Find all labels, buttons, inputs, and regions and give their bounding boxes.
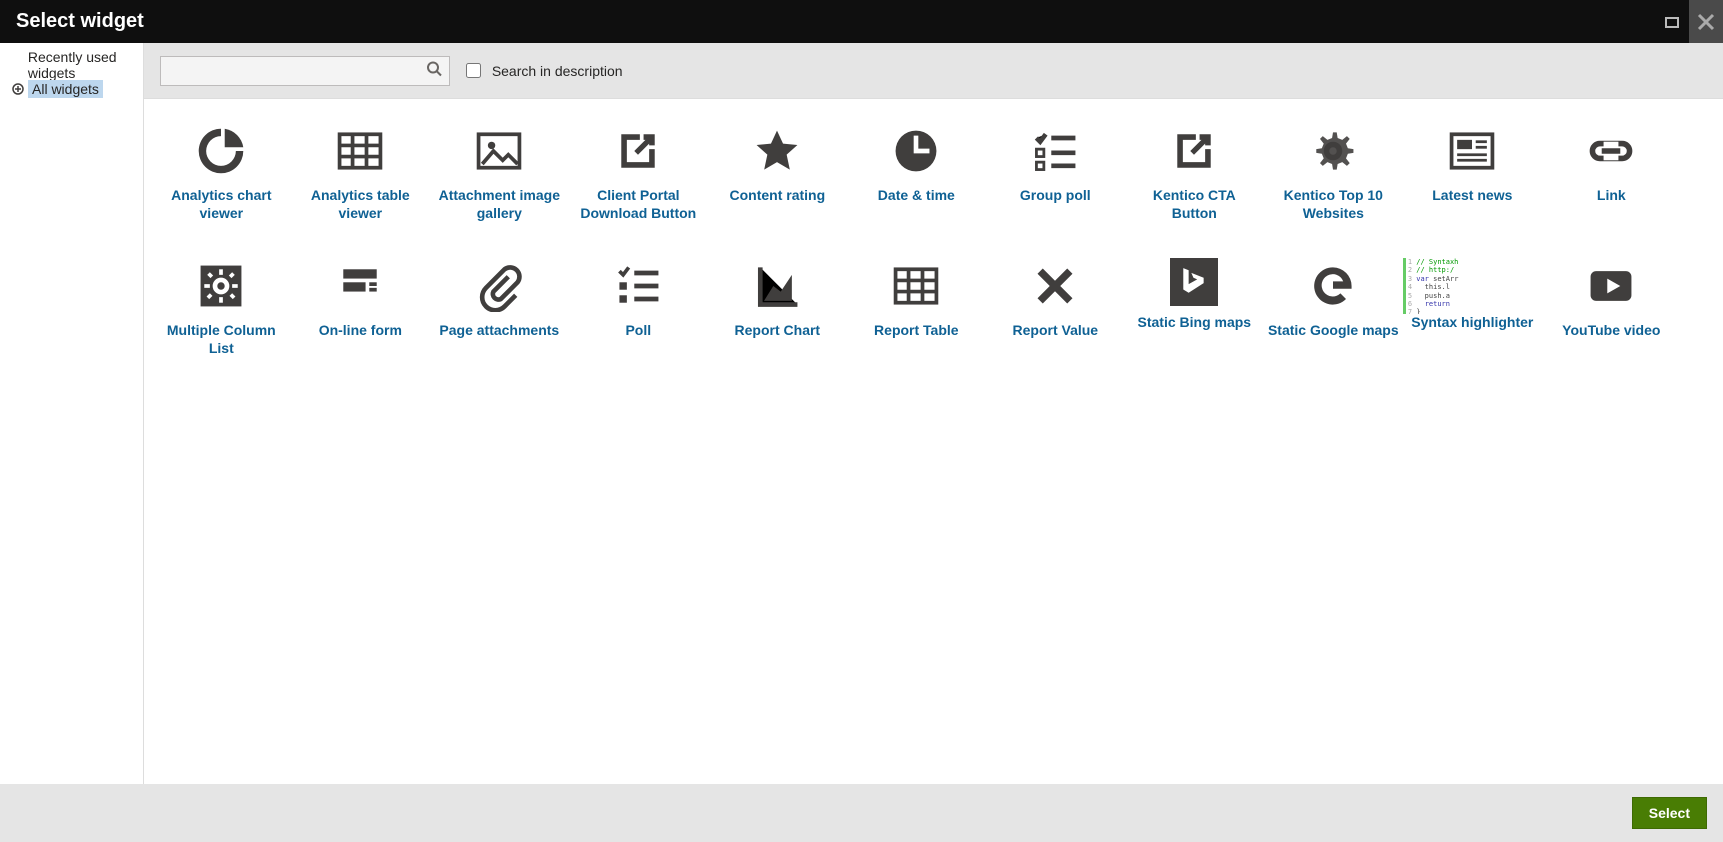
widget-label: Analytics chart viewer [152,187,291,222]
widget-tile[interactable]: Latest news [1403,123,1542,222]
checkbox-label: Search in description [492,63,623,79]
widget-tile[interactable]: Link [1542,123,1681,222]
clock-icon [888,123,944,179]
widget-label: Poll [569,322,708,340]
maximize-icon [1663,13,1681,31]
widget-label: Multiple Column List [152,322,291,357]
syntax-icon: 1 // Syntaxh2 // http:/3 var setArr4 thi… [1403,258,1459,314]
widget-tile[interactable]: Analytics table viewer [291,123,430,222]
widget-label: Syntax highlighter [1403,314,1542,332]
newspaper-icon [1444,123,1500,179]
widget-label: On-line form [291,322,430,340]
search-in-description-option[interactable]: Search in description [462,60,623,81]
search-in-description-checkbox[interactable] [466,63,481,78]
widget-label: Link [1542,187,1681,205]
widget-label: Attachment image gallery [430,187,569,222]
tree-item-label: All widgets [28,80,103,98]
tree-item-label: Recently used widgets [24,48,143,82]
x-icon [1027,258,1083,314]
tree-expand-icon[interactable] [8,83,28,95]
widget-tile[interactable]: On-line form [291,258,430,357]
search-field-wrap [160,56,450,86]
widget-label: Static Google maps [1264,322,1403,340]
maximize-button[interactable] [1655,0,1689,43]
widget-label: Report Value [986,322,1125,340]
widget-label: Kentico Top 10 Websites [1264,187,1403,222]
widget-tile[interactable]: Client Portal Download Button [569,123,708,222]
google-icon [1305,258,1361,314]
widget-tile[interactable]: Group poll [986,123,1125,222]
widget-tile[interactable]: Page attachments [430,258,569,357]
widget-label: Kentico CTA Button [1125,187,1264,222]
widget-label: Date & time [847,187,986,205]
widget-tile[interactable]: Attachment image gallery [430,123,569,222]
youtube-icon [1583,258,1639,314]
widget-label: Latest news [1403,187,1542,205]
widget-gallery: Analytics chart viewerAnalytics table vi… [144,99,1723,417]
checklist-icon [1027,123,1083,179]
dialog-title: Select widget [16,10,144,33]
table-icon [888,258,944,314]
bing-icon [1170,258,1218,306]
widget-label: Report Table [847,322,986,340]
widget-tile[interactable]: Static Bing maps [1125,258,1264,357]
widget-label: Report Chart [708,322,847,340]
category-tree: Recently used widgets All widgets [0,43,144,784]
external-link-icon [1166,123,1222,179]
pie-chart-icon [193,123,249,179]
link-icon [1583,123,1639,179]
table-icon [332,123,388,179]
window-controls [1655,0,1723,43]
widget-tile[interactable]: Analytics chart viewer [152,123,291,222]
widget-label: Page attachments [430,322,569,340]
widget-tile[interactable]: Report Chart [708,258,847,357]
widget-tile[interactable]: Report Value [986,258,1125,357]
widget-tile[interactable]: Static Google maps [1264,258,1403,357]
widget-tile[interactable]: Report Table [847,258,986,357]
widget-tile[interactable]: Content rating [708,123,847,222]
tree-item-recently-used[interactable]: Recently used widgets [0,53,143,77]
widget-label: Analytics table viewer [291,187,430,222]
widget-tile[interactable]: Kentico CTA Button [1125,123,1264,222]
checklist-alt-icon [610,258,666,314]
select-button[interactable]: Select [1632,797,1707,829]
widget-label: Content rating [708,187,847,205]
close-button[interactable] [1689,0,1723,43]
widget-label: Static Bing maps [1125,314,1264,332]
widget-tile[interactable]: Date & time [847,123,986,222]
search-toolbar: Search in description [144,43,1723,99]
widget-label: Group poll [986,187,1125,205]
widget-tile[interactable]: 1 // Syntaxh2 // http:/3 var setArr4 thi… [1403,258,1542,357]
dialog-header: Select widget [0,0,1723,43]
close-icon [1696,12,1716,32]
star-icon [749,123,805,179]
widget-tile[interactable]: Poll [569,258,708,357]
external-link-icon [610,123,666,179]
widget-label: YouTube video [1542,322,1681,340]
form-icon [332,258,388,314]
search-input[interactable] [160,56,450,86]
paperclip-icon [471,258,527,314]
dialog-footer: Select [0,784,1723,842]
gear-box-icon [193,258,249,314]
widget-tile[interactable]: Multiple Column List [152,258,291,357]
widget-tile[interactable]: YouTube video [1542,258,1681,357]
gear-icon [1305,123,1361,179]
area-chart-icon [749,258,805,314]
widget-label: Client Portal Download Button [569,187,708,222]
widget-tile[interactable]: Kentico Top 10 Websites [1264,123,1403,222]
image-icon [471,123,527,179]
